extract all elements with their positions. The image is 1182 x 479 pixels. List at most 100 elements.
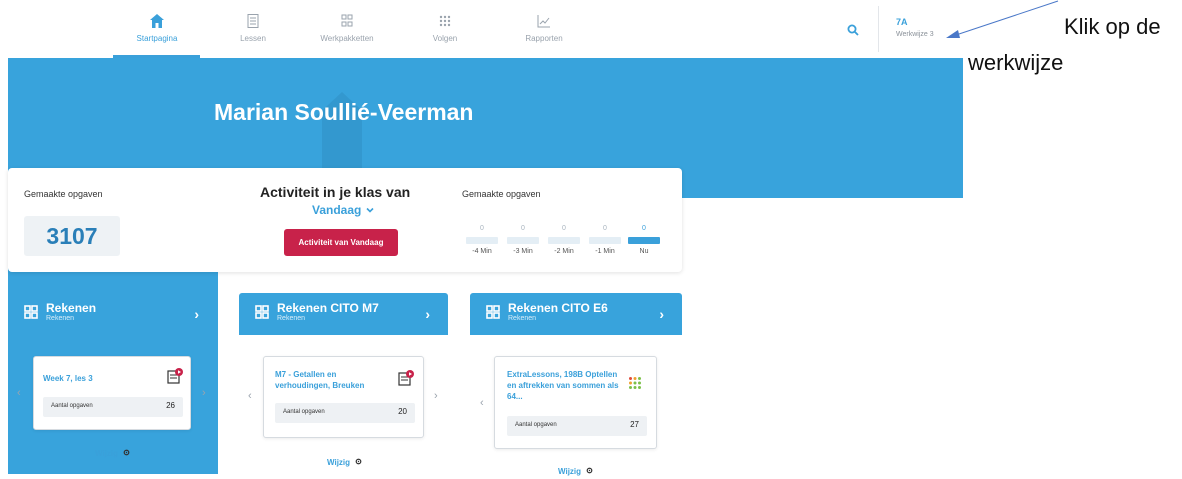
grid-dots-icon bbox=[439, 15, 451, 27]
activity-today-button[interactable]: Activiteit van Vandaag bbox=[284, 229, 398, 256]
edit-link[interactable]: Wijzig bbox=[558, 461, 593, 479]
chart-label: Gemaakte opgaven bbox=[462, 189, 541, 199]
timeline-label: -3 Min bbox=[513, 248, 533, 255]
lesson-play-icon[interactable] bbox=[397, 369, 415, 387]
chevron-right-icon[interactable]: › bbox=[194, 306, 199, 322]
timeline-value: 0 bbox=[480, 225, 484, 232]
prev-lesson-chevron-icon[interactable]: ‹ bbox=[17, 387, 21, 399]
subject-header[interactable]: Rekenen CITO M7 Rekenen › bbox=[239, 293, 448, 335]
count-value: 27 bbox=[630, 420, 639, 429]
prev-lesson-chevron-icon[interactable]: ‹ bbox=[248, 390, 252, 402]
timeline-label: -2 Min bbox=[554, 248, 574, 255]
activity-title: Activiteit in je klas van bbox=[260, 184, 411, 200]
subject-title: Rekenen CITO E6 bbox=[508, 301, 608, 315]
edit-label: Wijzig bbox=[558, 467, 582, 476]
nav-label: Lessen bbox=[240, 34, 266, 43]
werkwijze-selector[interactable]: Werkwijze 3 bbox=[896, 31, 934, 38]
timeline-label: Nu bbox=[639, 248, 649, 255]
class-name[interactable]: 7A bbox=[896, 17, 908, 27]
subject-subtitle: Rekenen bbox=[46, 315, 75, 322]
package-icon bbox=[341, 14, 353, 27]
edit-link[interactable]: Wijzig bbox=[95, 443, 130, 461]
annotation-arrow bbox=[946, 0, 1059, 38]
count-label: Aantal opgaven bbox=[515, 422, 557, 428]
lesson-title[interactable]: Week 7, les 3 bbox=[43, 373, 153, 384]
timeline-fill bbox=[628, 237, 660, 244]
subject-header[interactable]: Rekenen Rekenen › bbox=[8, 293, 217, 335]
next-lesson-chevron-icon[interactable]: › bbox=[202, 387, 206, 399]
timeline-fill bbox=[548, 237, 580, 244]
next-lesson-chevron-icon[interactable]: › bbox=[434, 390, 438, 402]
subject-card: Rekenen CITO M7 Rekenen › bbox=[239, 293, 448, 335]
nav-label: Werkpakketten bbox=[320, 34, 374, 43]
edit-label: Wijzig bbox=[95, 449, 119, 458]
made-label: Gemaakte opgaven bbox=[24, 189, 103, 199]
lesson-count-row: Aantal opgaven 26 bbox=[43, 397, 183, 417]
timeline-value: 0 bbox=[562, 225, 566, 232]
prev-lesson-chevron-icon[interactable]: ‹ bbox=[480, 397, 484, 409]
lesson-card[interactable]: Week 7, les 3 Aantal opgaven 26 bbox=[33, 356, 191, 430]
home-icon bbox=[150, 14, 164, 28]
subject-header[interactable]: Rekenen CITO E6 Rekenen › bbox=[470, 293, 682, 335]
timeline-value: 0 bbox=[642, 225, 646, 232]
lesson-card[interactable]: ExtraLessons, 198B Optellen en aftrekken… bbox=[494, 356, 657, 449]
subject-subtitle: Rekenen bbox=[508, 315, 537, 322]
timeline-fill bbox=[589, 237, 621, 244]
nav-lessen[interactable]: Lessen bbox=[213, 12, 293, 43]
document-icon bbox=[247, 14, 259, 28]
nav-werkpakketten[interactable]: Werkpakketten bbox=[307, 12, 387, 43]
lesson-play-icon[interactable] bbox=[166, 367, 184, 385]
level-dots-icon bbox=[629, 377, 641, 389]
annotation-line-1: Klik op de bbox=[1064, 14, 1161, 39]
timeline-label: -4 Min bbox=[472, 248, 492, 255]
count-value: 20 bbox=[398, 407, 407, 416]
subject-card: Rekenen Rekenen › bbox=[8, 293, 217, 335]
lesson-count-row: Aantal opgaven 20 bbox=[275, 403, 415, 423]
timeline-value: 0 bbox=[603, 225, 607, 232]
nav-label: Startpagina bbox=[136, 34, 178, 43]
activity-period-dropdown[interactable]: Vandaag bbox=[312, 203, 374, 217]
search-icon[interactable] bbox=[847, 24, 859, 36]
timeline-bar: 0 -1 Min bbox=[589, 225, 621, 255]
chart-icon bbox=[537, 15, 550, 28]
timeline-fill bbox=[507, 237, 539, 244]
count-value: 26 bbox=[166, 401, 175, 410]
timeline-label: -1 Min bbox=[595, 248, 615, 255]
subject-title: Rekenen CITO M7 bbox=[277, 301, 379, 315]
gear-icon bbox=[123, 449, 129, 456]
lesson-card[interactable]: M7 - Getallen en verhoudingen, Breuken A… bbox=[263, 356, 424, 438]
gear-icon bbox=[586, 467, 592, 474]
count-label: Aantal opgaven bbox=[51, 403, 93, 409]
nav-divider bbox=[878, 6, 879, 52]
timeline-bar: 0 -3 Min bbox=[507, 225, 539, 255]
edit-link[interactable]: Wijzig bbox=[327, 452, 362, 470]
top-nav: Startpagina Lessen Werkpakketten Volgen … bbox=[0, 0, 963, 57]
made-total: 3107 bbox=[24, 216, 120, 256]
nav-label: Volgen bbox=[432, 34, 458, 43]
lesson-title[interactable]: ExtraLessons, 198B Optellen en aftrekken… bbox=[507, 369, 619, 402]
grid-icon bbox=[255, 305, 269, 319]
lesson-count-row: Aantal opgaven 27 bbox=[507, 416, 647, 436]
nav-startpagina[interactable]: Startpagina bbox=[117, 12, 197, 43]
nav-volgen[interactable]: Volgen bbox=[405, 12, 485, 43]
chevron-right-icon[interactable]: › bbox=[425, 306, 430, 322]
activity-period: Vandaag bbox=[312, 203, 362, 217]
subject-title: Rekenen bbox=[46, 301, 97, 315]
teacher-name: Marian Soullié-Veerman bbox=[214, 99, 474, 125]
lesson-title[interactable]: M7 - Getallen en verhoudingen, Breuken bbox=[275, 369, 375, 391]
timeline-bar: 0 -2 Min bbox=[548, 225, 580, 255]
grid-icon bbox=[24, 305, 38, 319]
annotation-line-2: werkwijze bbox=[968, 50, 1064, 75]
count-label: Aantal opgaven bbox=[283, 409, 325, 415]
chevron-right-icon[interactable]: › bbox=[659, 306, 664, 322]
nav-label: Rapporten bbox=[525, 34, 563, 43]
timeline-value: 0 bbox=[521, 225, 525, 232]
timeline-fill bbox=[466, 237, 498, 244]
edit-label: Wijzig bbox=[327, 458, 351, 467]
grid-icon bbox=[486, 305, 500, 319]
nav-rapporten[interactable]: Rapporten bbox=[504, 12, 584, 43]
gear-icon bbox=[355, 458, 361, 465]
timeline-bar: 0 -4 Min bbox=[466, 225, 498, 255]
timeline-bar-now: 0 Nu bbox=[628, 225, 660, 255]
subject-card: Rekenen CITO E6 Rekenen › bbox=[470, 293, 682, 335]
